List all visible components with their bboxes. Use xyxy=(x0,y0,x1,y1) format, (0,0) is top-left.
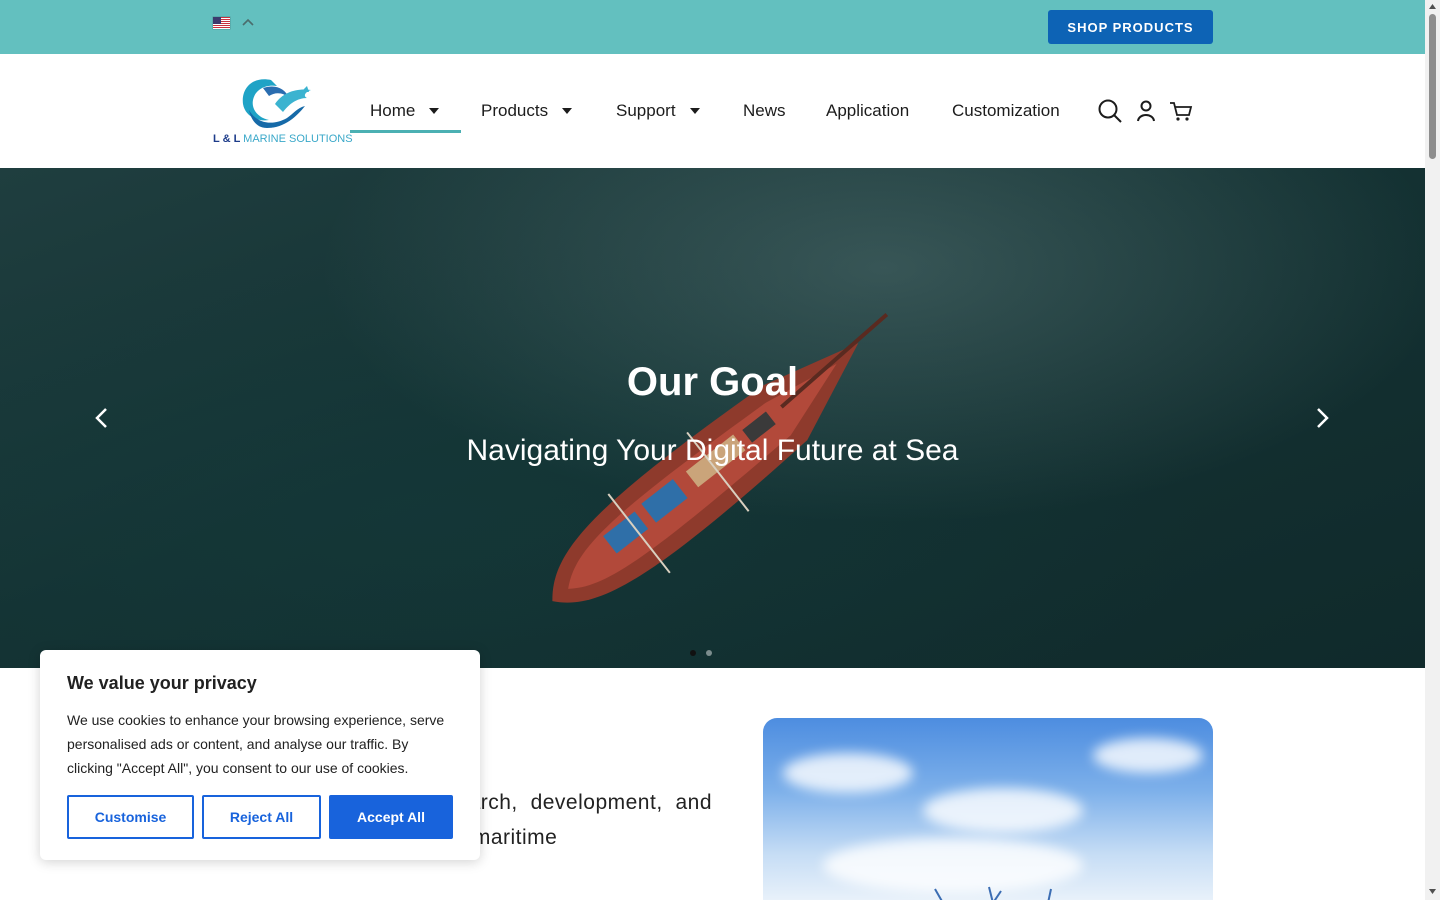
cookie-title: We value your privacy xyxy=(67,673,257,693)
shop-products-button[interactable]: SHOP PRODUCTS xyxy=(1048,10,1213,44)
nav-label-home: Home xyxy=(370,101,416,120)
hero-title: Our Goal xyxy=(626,360,799,404)
slide-dot[interactable] xyxy=(706,650,712,656)
chevron-right-icon[interactable] xyxy=(1310,406,1334,430)
site-header: L & L MARINE SOLUTIONS Home Products Sup… xyxy=(0,54,1425,168)
nav-label-products: Products xyxy=(481,101,549,120)
chevron-up-icon[interactable] xyxy=(241,16,255,30)
scrollbar-thumb[interactable] xyxy=(1429,14,1436,159)
logo-text[interactable]: L & L MARINE SOLUTIONS xyxy=(213,133,353,145)
nav-item-news[interactable]: News xyxy=(743,98,786,124)
caret-down-icon xyxy=(562,108,573,114)
hero-slider: Our Goal Navigating Your Digital Future … xyxy=(0,168,1425,668)
nav-label-customization: Customization xyxy=(952,101,1060,120)
accept-all-button[interactable]: Accept All xyxy=(329,795,453,839)
nav-label-application: Application xyxy=(826,101,910,120)
page-scrollbar[interactable] xyxy=(1425,0,1440,900)
user-icon[interactable] xyxy=(1134,98,1160,124)
logo-text-strong: L & L xyxy=(213,133,241,145)
search-icon[interactable] xyxy=(1097,98,1123,124)
nav-item-support[interactable]: Support xyxy=(616,98,700,124)
customise-button[interactable]: Customise xyxy=(67,795,194,839)
nav-item-products[interactable]: Products xyxy=(481,98,573,124)
nav-label-news: News xyxy=(743,101,786,120)
scroll-down-arrow-icon[interactable] xyxy=(1428,887,1437,896)
logo-text-rest: MARINE SOLUTIONS xyxy=(243,133,353,145)
nav-item-customization[interactable]: Customization xyxy=(952,98,1060,124)
wind-turbine-sky-image xyxy=(763,718,1213,900)
nav-item-home[interactable]: Home xyxy=(370,98,440,124)
slide-dot[interactable] xyxy=(690,650,696,656)
cookie-text: We use cookies to enhance your browsing … xyxy=(67,712,445,776)
top-bar: SHOP PRODUCTS xyxy=(0,0,1425,54)
cart-icon[interactable] xyxy=(1168,98,1194,124)
reject-all-button[interactable]: Reject All xyxy=(202,795,321,839)
chevron-left-icon[interactable] xyxy=(90,406,114,430)
scroll-up-arrow-icon[interactable] xyxy=(1428,2,1437,11)
caret-down-icon xyxy=(429,108,440,114)
active-nav-underline xyxy=(350,130,461,133)
nav-label-support: Support xyxy=(616,101,676,120)
cookie-consent-banner: We value your privacy We use cookies to … xyxy=(40,650,480,860)
slider-pagination xyxy=(690,650,712,656)
hero-subtitle: Navigating Your Digital Future at Sea xyxy=(466,434,959,467)
turbine-icon xyxy=(934,886,1052,900)
nav-item-application[interactable]: Application xyxy=(826,98,909,124)
caret-down-icon xyxy=(689,108,700,114)
us-flag-icon[interactable] xyxy=(213,17,230,29)
